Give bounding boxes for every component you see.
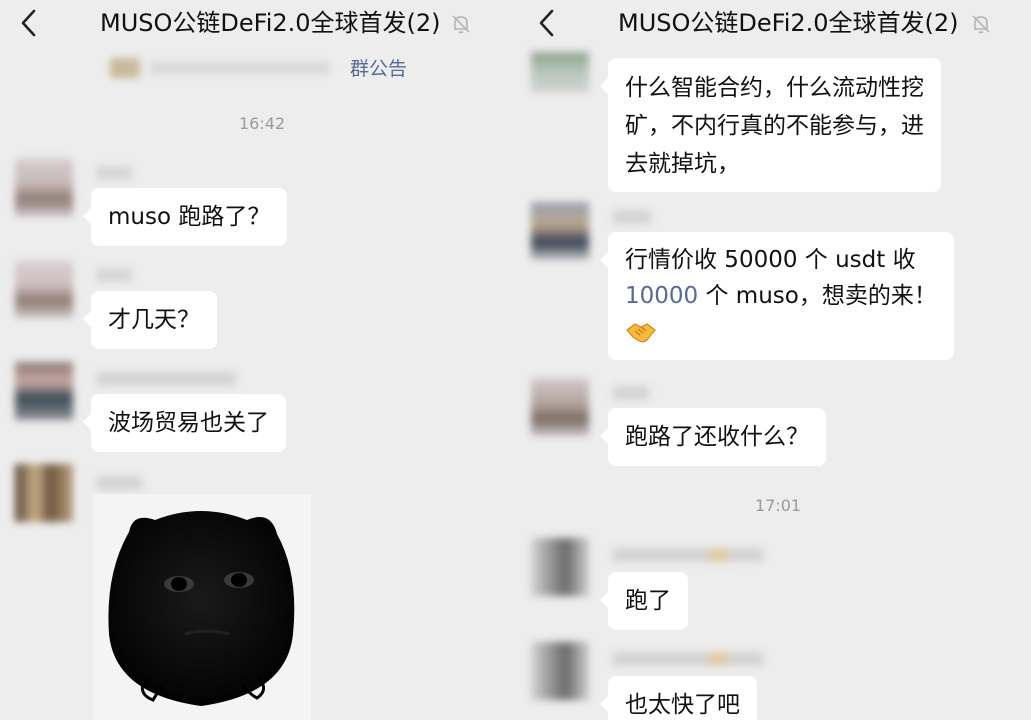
sender-name-blurred: [613, 652, 763, 666]
message-line: 什么智能合约，什么流动性挖: [625, 75, 924, 101]
black-face-sticker: [108, 511, 295, 706]
handshake-emoji: [626, 323, 656, 343]
number-link[interactable]: 10000: [625, 283, 698, 309]
avatar[interactable]: [15, 158, 73, 216]
back-arrow-icon: [539, 9, 554, 37]
back-button[interactable]: [534, 8, 560, 38]
timestamp: 17:01: [754, 496, 802, 515]
avatar[interactable]: [531, 378, 589, 436]
message-line: 去就掉坑，: [625, 151, 740, 177]
chat-header: MUSO公链DeFi2.0全球首发(2): [518, 0, 1031, 48]
mute-bell-icon: [970, 13, 992, 35]
sender-name-blurred: [96, 166, 132, 180]
message-bubble[interactable]: 也太快了吧: [600, 676, 757, 720]
avatar[interactable]: [15, 362, 73, 420]
chat-title: MUSO公链DeFi2.0全球首发(2): [618, 9, 959, 37]
sender-name-blurred: [96, 372, 236, 386]
back-arrow-icon: [21, 9, 36, 37]
sender-name-blurred: [613, 210, 651, 224]
message-bubble[interactable]: 才几天？: [83, 291, 217, 349]
message-text: 个 muso，想卖的来！: [698, 283, 937, 309]
notice-avatar-blurred: [110, 58, 140, 78]
avatar[interactable]: [531, 202, 589, 260]
sender-name-blurred: [96, 268, 132, 282]
avatar[interactable]: [531, 538, 589, 596]
message-line: 行情价收 50000 个 usdt 收: [625, 247, 916, 273]
chat-header: MUSO公链DeFi2.0全球首发(2): [0, 0, 518, 48]
avatar[interactable]: [531, 642, 589, 700]
message-line: 10000 个 muso，想卖的来！: [625, 278, 937, 314]
chat-title: MUSO公链DeFi2.0全球首发(2): [100, 9, 441, 37]
mute-bell-icon: [450, 13, 472, 35]
group-notice-link[interactable]: 群公告: [350, 54, 407, 81]
message-bubble[interactable]: muso 跑路了？: [82, 188, 288, 246]
message-bubble[interactable]: 跑了: [600, 572, 688, 630]
message-bubble[interactable]: 跑路了还收什么？: [600, 408, 826, 466]
notice-text-blurred: [150, 62, 330, 74]
sender-name-blurred: [96, 476, 142, 490]
avatar[interactable]: [531, 52, 589, 92]
message-line: 矿，不内行真的不能参与，进: [625, 113, 924, 139]
right-chat-panel: MUSO公链DeFi2.0全球首发(2) 什么智能合约，什么流动性挖 矿，不内行…: [518, 0, 1031, 720]
timestamp: 16:42: [238, 114, 286, 133]
sender-name-blurred: [613, 548, 763, 562]
sticker-image[interactable]: [93, 494, 311, 720]
message-bubble[interactable]: 行情价收 50000 个 usdt 收 10000 个 muso，想卖的来！: [600, 232, 954, 360]
message-line: [625, 314, 937, 350]
left-chat-panel: MUSO公链DeFi2.0全球首发(2) 群公告 16:42 muso 跑路了？…: [0, 0, 518, 720]
avatar[interactable]: [15, 464, 73, 522]
message-bubble[interactable]: 波场贸易也关了: [83, 394, 286, 452]
sender-name-blurred: [613, 386, 649, 400]
avatar[interactable]: [15, 260, 73, 318]
message-bubble[interactable]: 什么智能合约，什么流动性挖 矿，不内行真的不能参与，进 去就掉坑，: [600, 58, 941, 192]
back-button[interactable]: [16, 8, 42, 38]
